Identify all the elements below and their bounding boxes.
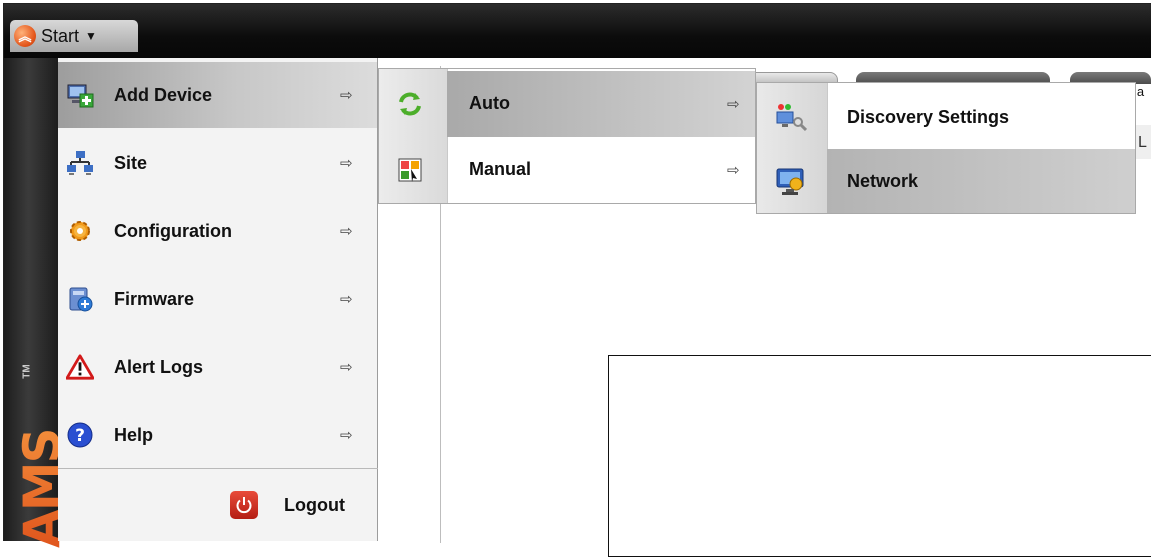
power-icon <box>230 491 258 519</box>
submenu-label-network: Network <box>847 171 919 191</box>
logout-label: Logout <box>284 495 345 515</box>
trademark-mark: TM <box>21 364 33 379</box>
arrow-right-icon: ⇨ <box>727 162 740 179</box>
alert-warning-icon <box>66 353 94 381</box>
submenu-item-network[interactable]: Network <box>757 149 1135 213</box>
logout-button[interactable]: Logout <box>58 486 378 526</box>
brand-strip: AMS TM <box>4 58 71 548</box>
menu-item-help[interactable]: ? Help ⇨ <box>58 402 377 468</box>
menu-label-site: Site <box>114 152 148 173</box>
menu-label-help: Help <box>114 424 154 445</box>
menu-label-configuration: Configuration <box>114 220 232 241</box>
firmware-icon <box>66 285 94 313</box>
arrow-right-icon: ⇨ <box>340 427 353 444</box>
taskbar: ︽ Start ▼ <box>4 4 1151 58</box>
arrow-right-icon: ⇨ <box>340 291 353 308</box>
arrow-right-icon: ⇨ <box>340 155 353 172</box>
menu-label-firmware: Firmware <box>114 288 195 309</box>
start-label: Start <box>41 25 80 46</box>
help-icon: ? <box>66 421 94 449</box>
arrow-right-icon: ⇨ <box>340 359 353 376</box>
discovery-settings-icon <box>775 101 807 133</box>
add-device-submenu: Auto ⇨ Manual ⇨ <box>378 68 756 204</box>
start-button[interactable]: ︽ Start ▼ <box>10 20 138 52</box>
auto-submenu: Discovery Settings Network <box>756 82 1136 214</box>
arrow-right-icon: ⇨ <box>340 87 353 104</box>
ams-logo-icon: ︽ <box>14 25 36 47</box>
network-computer-icon <box>775 165 807 197</box>
submenu-label-auto: Auto <box>469 93 510 113</box>
add-device-icon <box>66 81 94 109</box>
manual-icon <box>395 155 425 185</box>
svg-text:?: ? <box>75 426 85 446</box>
menu-item-alert-logs[interactable]: Alert Logs ⇨ <box>58 334 377 400</box>
arrow-right-icon: ⇨ <box>340 223 353 240</box>
site-network-icon <box>66 149 94 177</box>
menu-divider <box>58 468 378 469</box>
start-menu: Add Device ⇨ Site ⇨ Configuration ⇨ Firm… <box>58 58 378 541</box>
menu-item-firmware[interactable]: Firmware ⇨ <box>58 266 377 332</box>
menu-label-alert-logs: Alert Logs <box>114 356 204 377</box>
app-edge-text: L <box>1138 134 1147 151</box>
auto-refresh-icon <box>395 89 425 119</box>
submenu-item-auto[interactable]: Auto ⇨ <box>379 71 755 137</box>
menu-label-add-device: Add Device <box>114 84 213 105</box>
submenu-item-discovery-settings[interactable]: Discovery Settings <box>757 85 1135 149</box>
submenu-item-manual[interactable]: Manual ⇨ <box>379 137 755 203</box>
arrow-right-icon: ⇨ <box>727 96 740 113</box>
menu-item-add-device[interactable]: Add Device ⇨ <box>58 62 377 128</box>
menu-item-site[interactable]: Site ⇨ <box>58 130 377 196</box>
submenu-label-discovery-settings: Discovery Settings <box>847 107 1010 127</box>
menu-item-configuration[interactable]: Configuration ⇨ <box>58 198 377 264</box>
configuration-gear-icon <box>66 217 94 245</box>
submenu-label-manual: Manual <box>469 159 532 179</box>
content-panel <box>608 355 1151 557</box>
caret-down-icon: ▼ <box>85 29 97 43</box>
